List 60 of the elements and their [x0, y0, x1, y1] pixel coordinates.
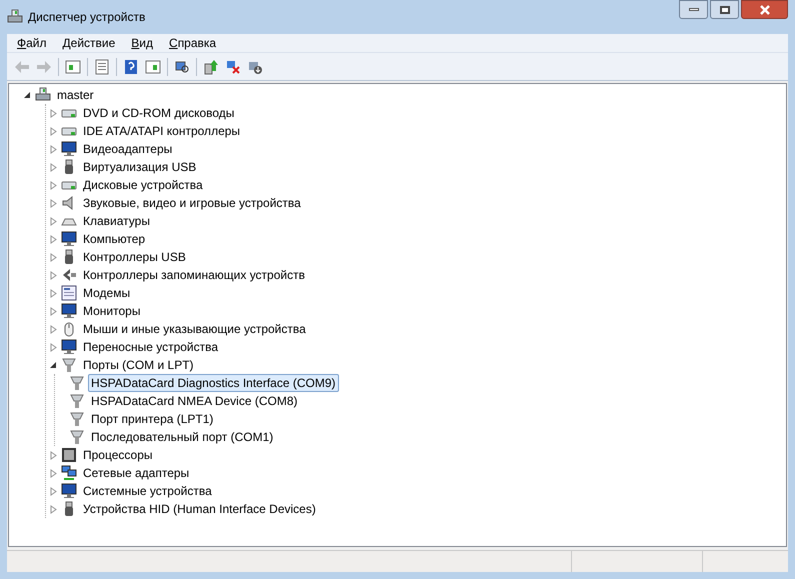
- menu-item[interactable]: Файл: [11, 34, 53, 52]
- document-icon: [94, 58, 110, 74]
- tree-item[interactable]: IDE ATA/ATAPI контроллеры: [80, 122, 244, 140]
- tree-item[interactable]: Мониторы: [80, 302, 144, 320]
- tree-item[interactable]: Переносные устройства: [80, 338, 222, 356]
- tree-item[interactable]: Порт принтера (LPT1): [88, 410, 216, 428]
- window-icon: [145, 58, 161, 74]
- menu-item[interactable]: Справка: [163, 34, 222, 52]
- tree-item[interactable]: Порты (COM и LPT): [80, 356, 197, 374]
- tree-item[interactable]: Системные устройства: [80, 482, 215, 500]
- tree-item[interactable]: Компьютер: [80, 230, 148, 248]
- tree-item[interactable]: Мыши и иные указывающие устройства: [80, 320, 309, 338]
- close-icon: [758, 4, 770, 14]
- tree-item[interactable]: Сетевые адаптеры: [80, 464, 192, 482]
- monitor-icon: [61, 483, 77, 499]
- monitor-icon: [61, 303, 77, 319]
- network-icon: [61, 465, 77, 481]
- tree-item[interactable]: Звуковые, видео и игровые устройства: [80, 194, 304, 212]
- monitor-icon: [61, 339, 77, 355]
- tree-item[interactable]: Видеоадаптеры: [80, 140, 176, 158]
- tree-item[interactable]: Контроллеры USB: [80, 248, 189, 266]
- tree-item[interactable]: Контроллеры запоминающих устройств: [80, 266, 308, 284]
- port-icon: [69, 429, 85, 445]
- tree-item[interactable]: Клавиатуры: [80, 212, 153, 230]
- menu-item[interactable]: Действие: [56, 34, 122, 52]
- expander-icon[interactable]: [23, 90, 32, 100]
- up-arrow-icon: [203, 58, 219, 74]
- maximize-button[interactable]: [710, 0, 739, 19]
- computer-icon: [35, 87, 51, 103]
- tree-item[interactable]: Дисковые устройства: [80, 176, 206, 194]
- menu-item[interactable]: Вид: [125, 34, 160, 52]
- help-icon: [123, 58, 139, 74]
- monitor-search-icon: [174, 58, 190, 74]
- computer-icon: [7, 9, 23, 25]
- cross-icon: [225, 58, 241, 74]
- monitor-icon: [61, 231, 77, 247]
- tree-item[interactable]: Виртуализация USB: [80, 158, 200, 176]
- tree-item[interactable]: Устройства HID (Human Interface Devices): [80, 500, 319, 518]
- window-title: Диспетчер устройств: [28, 9, 146, 26]
- tree-item[interactable]: HSPADataCard NMEA Device (COM8): [88, 392, 300, 410]
- modem-icon: [61, 285, 77, 301]
- window-icon: [65, 58, 81, 74]
- port-icon: [69, 393, 85, 409]
- right-arrow-icon: [36, 58, 52, 74]
- expander-icon[interactable]: [49, 360, 58, 370]
- tree-item[interactable]: HSPADataCard Diagnostics Interface (COM9): [88, 374, 339, 392]
- port-icon: [69, 411, 85, 427]
- tree-item[interactable]: Последовательный порт (COM1): [88, 428, 276, 446]
- chevron-icon: [61, 267, 77, 283]
- chip-icon: [61, 447, 77, 463]
- tree-item[interactable]: Модемы: [80, 284, 134, 302]
- tree-item[interactable]: Процессоры: [80, 446, 156, 464]
- port-icon: [69, 375, 85, 391]
- monitor-icon: [61, 141, 77, 157]
- port-icon: [61, 357, 77, 373]
- minimize-button[interactable]: [679, 0, 708, 19]
- left-arrow-icon: [14, 58, 30, 74]
- tree-item[interactable]: master: [54, 86, 97, 104]
- tree-item[interactable]: DVD и CD-ROM дисководы: [80, 104, 238, 122]
- close-button[interactable]: [741, 0, 788, 19]
